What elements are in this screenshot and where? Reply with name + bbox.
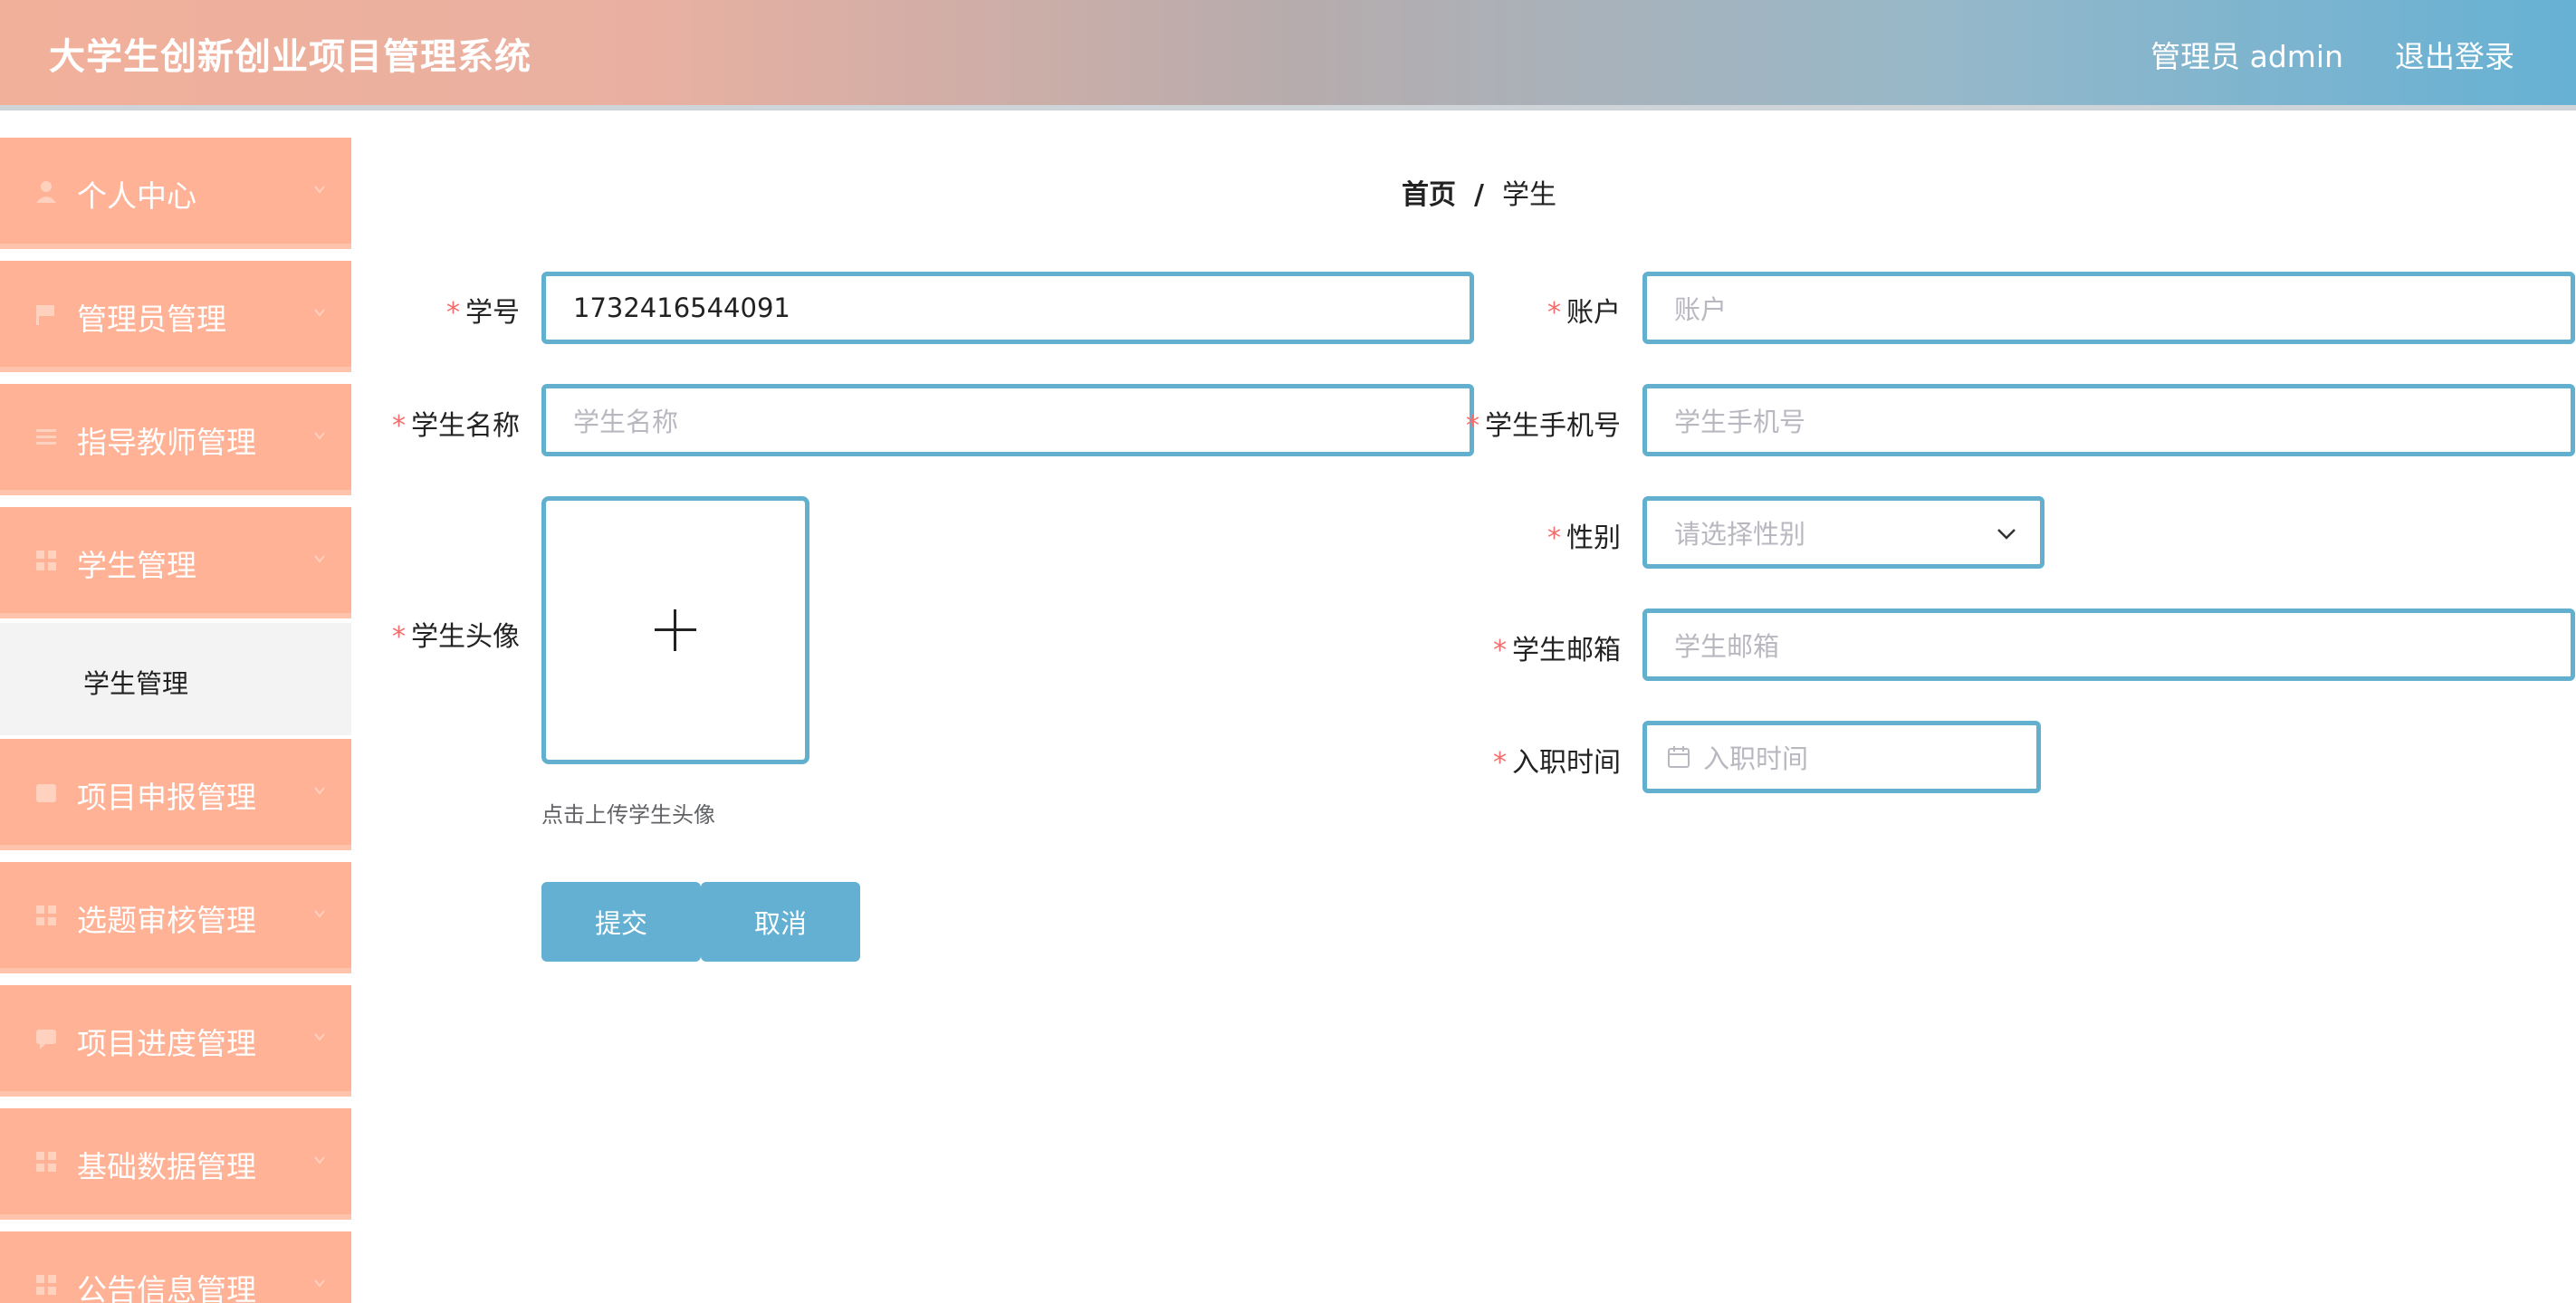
avatar-upload[interactable] bbox=[541, 496, 809, 764]
student-name-input[interactable]: 学生名称 bbox=[541, 384, 1474, 456]
grid-icon bbox=[36, 1275, 56, 1295]
chevron-down-icon bbox=[1997, 529, 2016, 540]
avatar-upload-hint: 点击上传学生头像 bbox=[541, 802, 715, 828]
phone-input[interactable]: 学生手机号 bbox=[1642, 384, 2575, 456]
sidebar-item-label: 管理员管理 bbox=[77, 302, 226, 337]
student-id-label: * 学号 bbox=[446, 297, 520, 329]
grid-icon bbox=[36, 905, 56, 925]
sidebar-item-label: 指导教师管理 bbox=[77, 425, 256, 460]
gender-label: * 性别 bbox=[1547, 522, 1621, 554]
chevron-down-icon bbox=[314, 555, 325, 563]
sidebar: 个人中心 管理员管理 指导教师管理 学生管理 学生管理 项目申报管理 选题审核管… bbox=[0, 110, 351, 1303]
sidebar-item-project-progress[interactable]: 项目进度管理 bbox=[0, 982, 351, 1097]
plus-icon bbox=[655, 609, 696, 651]
sidebar-item-admin-management[interactable]: 管理员管理 bbox=[0, 257, 351, 372]
sidebar-item-label: 个人中心 bbox=[77, 178, 196, 214]
user-icon bbox=[36, 181, 56, 203]
student-name-label: * 学生名称 bbox=[392, 410, 520, 442]
breadcrumb-current: 学生 bbox=[1501, 179, 1556, 211]
submit-button[interactable]: 提交 bbox=[541, 882, 701, 962]
chevron-down-icon bbox=[314, 910, 325, 918]
sidebar-item-teacher-management[interactable]: 指导教师管理 bbox=[0, 380, 351, 495]
submenu-item-label: 学生管理 bbox=[83, 668, 189, 699]
app-title: 大学生创新创业项目管理系统 bbox=[49, 36, 531, 78]
sidebar-item-topic-review[interactable]: 选题审核管理 bbox=[0, 858, 351, 973]
sidebar-item-label: 学生管理 bbox=[77, 548, 196, 583]
grid-icon bbox=[36, 1152, 56, 1172]
submenu-item-student-management[interactable]: 学生管理 bbox=[0, 623, 351, 735]
phone-label: * 学生手机号 bbox=[1466, 410, 1621, 442]
hire-date-picker[interactable]: 入职时间 bbox=[1642, 721, 2041, 793]
sidebar-item-label: 公告信息管理 bbox=[77, 1272, 256, 1303]
calendar-icon bbox=[1668, 746, 1690, 768]
calendar-icon bbox=[36, 784, 56, 802]
breadcrumb-home[interactable]: 首页 bbox=[1402, 179, 1456, 211]
account-label: * 账户 bbox=[1547, 297, 1621, 329]
sidebar-item-label: 选题审核管理 bbox=[77, 903, 256, 938]
top-header: 大学生创新创业项目管理系统 管理员 admin 退出登录 bbox=[0, 0, 2576, 110]
hire-date-placeholder: 入职时间 bbox=[1703, 743, 1809, 774]
grid-icon bbox=[36, 551, 56, 570]
current-user-label: 管理员 admin bbox=[2150, 39, 2343, 74]
flag-icon bbox=[36, 305, 54, 325]
breadcrumb-separator: / bbox=[1474, 179, 1484, 211]
sidebar-item-student-management[interactable]: 学生管理 bbox=[0, 503, 351, 618]
chevron-down-icon bbox=[314, 787, 325, 795]
chevron-down-icon bbox=[314, 1279, 325, 1288]
email-input[interactable]: 学生邮箱 bbox=[1642, 608, 2575, 681]
chat-icon bbox=[36, 1030, 56, 1049]
gender-select[interactable]: 请选择性别 bbox=[1642, 496, 2045, 569]
chevron-down-icon bbox=[314, 186, 325, 194]
hire-date-label: * 入职时间 bbox=[1493, 747, 1621, 779]
sidebar-item-label: 基础数据管理 bbox=[77, 1149, 256, 1184]
chevron-down-icon bbox=[314, 309, 325, 317]
chevron-down-icon bbox=[314, 1033, 325, 1041]
avatar-label: * 学生头像 bbox=[392, 621, 520, 653]
logout-link[interactable]: 退出登录 bbox=[2395, 33, 2514, 76]
sidebar-item-label: 项目申报管理 bbox=[77, 780, 256, 815]
gender-select-value: 请选择性别 bbox=[1674, 519, 1806, 550]
chevron-down-icon bbox=[314, 1156, 325, 1164]
sidebar-item-announcement[interactable]: 公告信息管理 bbox=[0, 1228, 351, 1303]
chevron-down-icon bbox=[314, 432, 325, 440]
cancel-button[interactable]: 取消 bbox=[701, 882, 860, 962]
sidebar-item-label: 项目进度管理 bbox=[77, 1026, 256, 1061]
breadcrumb: 首页 / 学生 bbox=[1402, 172, 1556, 212]
sidebar-item-personal-center[interactable]: 个人中心 bbox=[0, 134, 351, 249]
email-label: * 学生邮箱 bbox=[1493, 635, 1621, 666]
account-input[interactable]: 账户 bbox=[1642, 272, 2575, 344]
sidebar-item-project-application[interactable]: 项目申报管理 bbox=[0, 735, 351, 850]
student-id-input[interactable]: 1732416544091 bbox=[541, 272, 1474, 344]
list-icon bbox=[36, 429, 56, 445]
sidebar-item-basic-data[interactable]: 基础数据管理 bbox=[0, 1105, 351, 1220]
